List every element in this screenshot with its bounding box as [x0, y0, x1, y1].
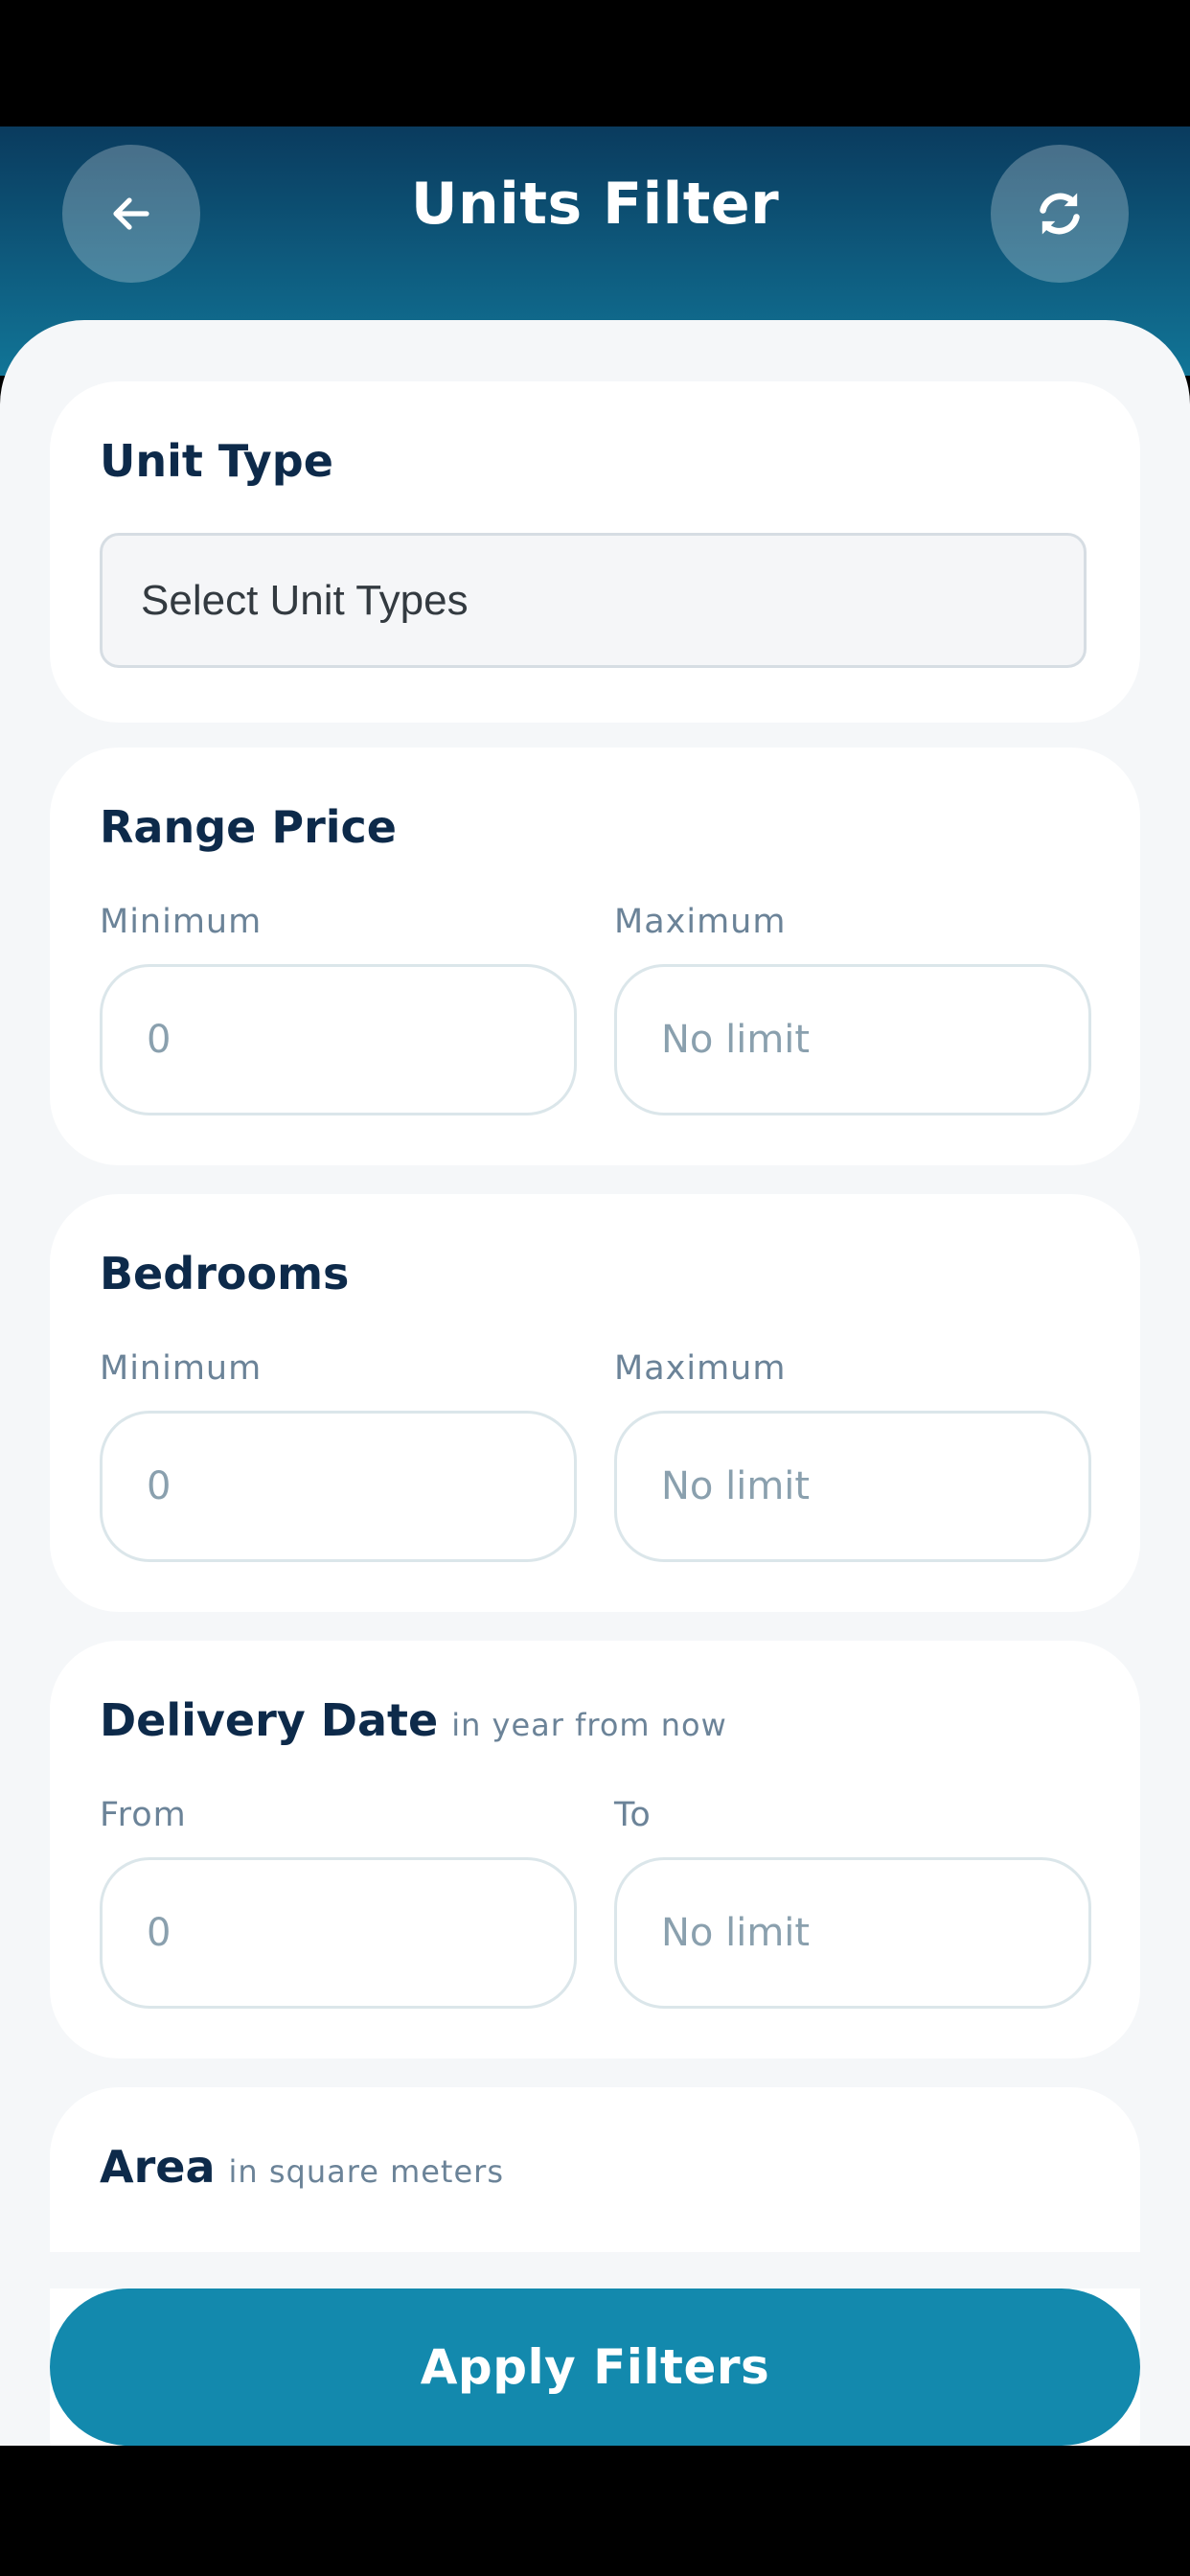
bedrooms-card: Bedrooms Minimum Maximum [50, 1194, 1140, 1612]
area-subtitle: in square meters [228, 2153, 504, 2190]
price-max-label: Maximum [614, 903, 787, 941]
bedrooms-title: Bedrooms [100, 1248, 350, 1300]
unit-type-select[interactable]: Select Unit Types [100, 533, 1087, 668]
delivery-date-title-text: Delivery Date [100, 1694, 439, 1746]
refresh-button[interactable] [991, 145, 1129, 283]
delivery-to-label: To [614, 1796, 652, 1834]
delivery-from-input[interactable] [100, 1857, 577, 2009]
delivery-date-subtitle: in year from now [451, 1707, 727, 1743]
range-price-card: Range Price Minimum Maximum [50, 748, 1140, 1165]
refresh-icon [1040, 193, 1080, 235]
price-max-input[interactable] [614, 964, 1091, 1116]
navigation-bar [0, 2446, 1190, 2576]
units-filter-screen: Units Filter Unit Type Select Unit Types… [0, 0, 1190, 2576]
unit-type-card: Unit Type Select Unit Types [50, 381, 1140, 723]
delivery-to-input[interactable] [614, 1857, 1091, 2009]
scroll-divider [0, 2252, 1190, 2288]
delivery-date-title: Delivery Date in year from now [100, 1694, 727, 1746]
status-bar [0, 0, 1190, 126]
apply-filters-button[interactable]: Apply Filters [50, 2288, 1140, 2446]
price-min-input[interactable] [100, 964, 577, 1116]
delivery-from-label: From [100, 1796, 187, 1834]
filter-sheet: Unit Type Select Unit Types Range Price … [0, 320, 1190, 2446]
bedrooms-max-input[interactable] [614, 1411, 1091, 1562]
bedrooms-min-label: Minimum [100, 1349, 263, 1388]
bedrooms-min-input[interactable] [100, 1411, 577, 1562]
range-price-title: Range Price [100, 801, 397, 853]
bedrooms-max-label: Maximum [614, 1349, 787, 1388]
delivery-date-card: Delivery Date in year from now From To [50, 1641, 1140, 2058]
area-title: Area in square meters [100, 2141, 504, 2193]
price-min-label: Minimum [100, 903, 263, 941]
area-title-text: Area [100, 2141, 216, 2193]
unit-type-title: Unit Type [100, 435, 333, 487]
